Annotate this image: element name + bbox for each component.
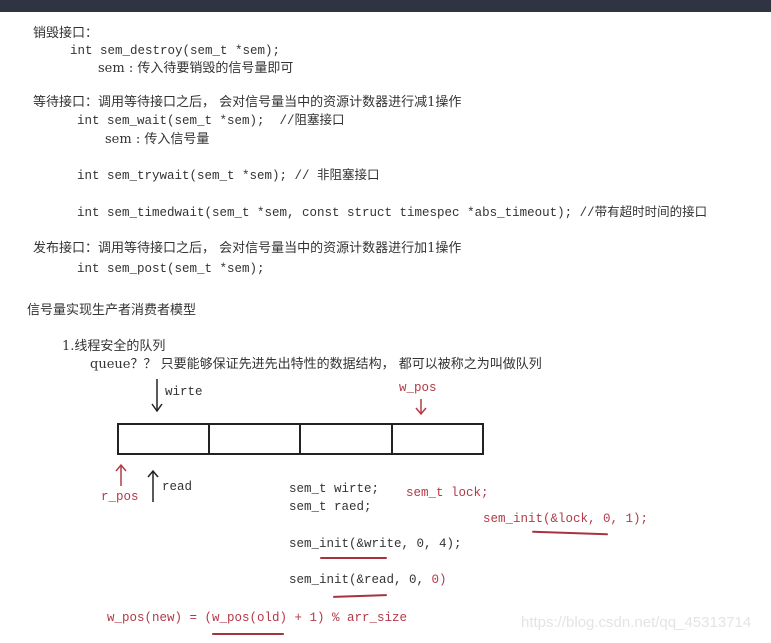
read-arrow-icon [147, 469, 159, 502]
item-1-title: 1.线程安全的队列 [62, 339, 166, 354]
formula-underline [212, 633, 284, 635]
init-read: sem_init(&read, 0, 0) [289, 572, 447, 588]
sem-timedwait-signature: int sem_timedwait(sem_t *sem, const stru… [77, 206, 708, 220]
sem-trywait-signature: int sem_trywait(sem_t *sem); // 非阻塞接口 [77, 169, 380, 183]
init-lock: sem_init(&lock, 0, 1); [483, 512, 649, 526]
queue-cell [391, 423, 484, 455]
queue-cell [299, 423, 393, 455]
decl-write: sem_t wirte; [289, 482, 380, 496]
destroy-signature: int sem_destroy(sem_t *sem); [70, 44, 281, 58]
post-heading: 发布接口：调用等待接口之后， 会对信号量当中的资源计数器进行加1操作 [33, 241, 462, 256]
init-write-underline [320, 557, 387, 559]
wait-param: sem : 传入信号量 [105, 132, 210, 147]
init-lock-underline [531, 530, 609, 536]
r-pos-arrow-icon [115, 463, 127, 486]
init-read-value: 0) [431, 573, 447, 587]
r-pos-label: r_pos [101, 490, 139, 504]
w-pos-arrow-icon [415, 399, 427, 416]
sem-post-signature: int sem_post(sem_t *sem); [77, 262, 265, 276]
init-read-underline [332, 594, 388, 598]
queue-cell [208, 423, 301, 455]
wait-heading: 等待接口：调用等待接口之后， 会对信号量当中的资源计数器进行减1操作 [33, 95, 462, 110]
queue-cell [117, 423, 210, 455]
queue-description: queue？？ 只要能够保证先进先出特性的数据结构， 都可以被称之为叫做队列 [90, 357, 542, 372]
watermark: https://blog.csdn.net/qq_45313714 [521, 614, 752, 631]
destroy-heading: 销毁接口： [33, 26, 99, 41]
w-pos-label: w_pos [399, 381, 437, 395]
top-bar [0, 0, 771, 12]
init-write: sem_init(&write, 0, 4); [289, 537, 462, 551]
init-read-prefix: sem_init(&read, 0, [289, 573, 432, 587]
decl-read: sem_t raed; [289, 500, 372, 514]
write-arrow-icon [151, 379, 163, 413]
model-heading: 信号量实现生产者消费者模型 [27, 303, 197, 318]
write-label: wirte [165, 385, 203, 399]
sem-wait-signature: int sem_wait(sem_t *sem); //阻塞接口 [77, 114, 345, 128]
destroy-param: sem : 传入待要销毁的信号量即可 [98, 61, 294, 76]
read-label: read [162, 480, 193, 494]
decl-lock: sem_t lock; [406, 486, 489, 500]
w-pos-formula: w_pos(new) = (w_pos(old) + 1) % arr_size [107, 611, 408, 625]
